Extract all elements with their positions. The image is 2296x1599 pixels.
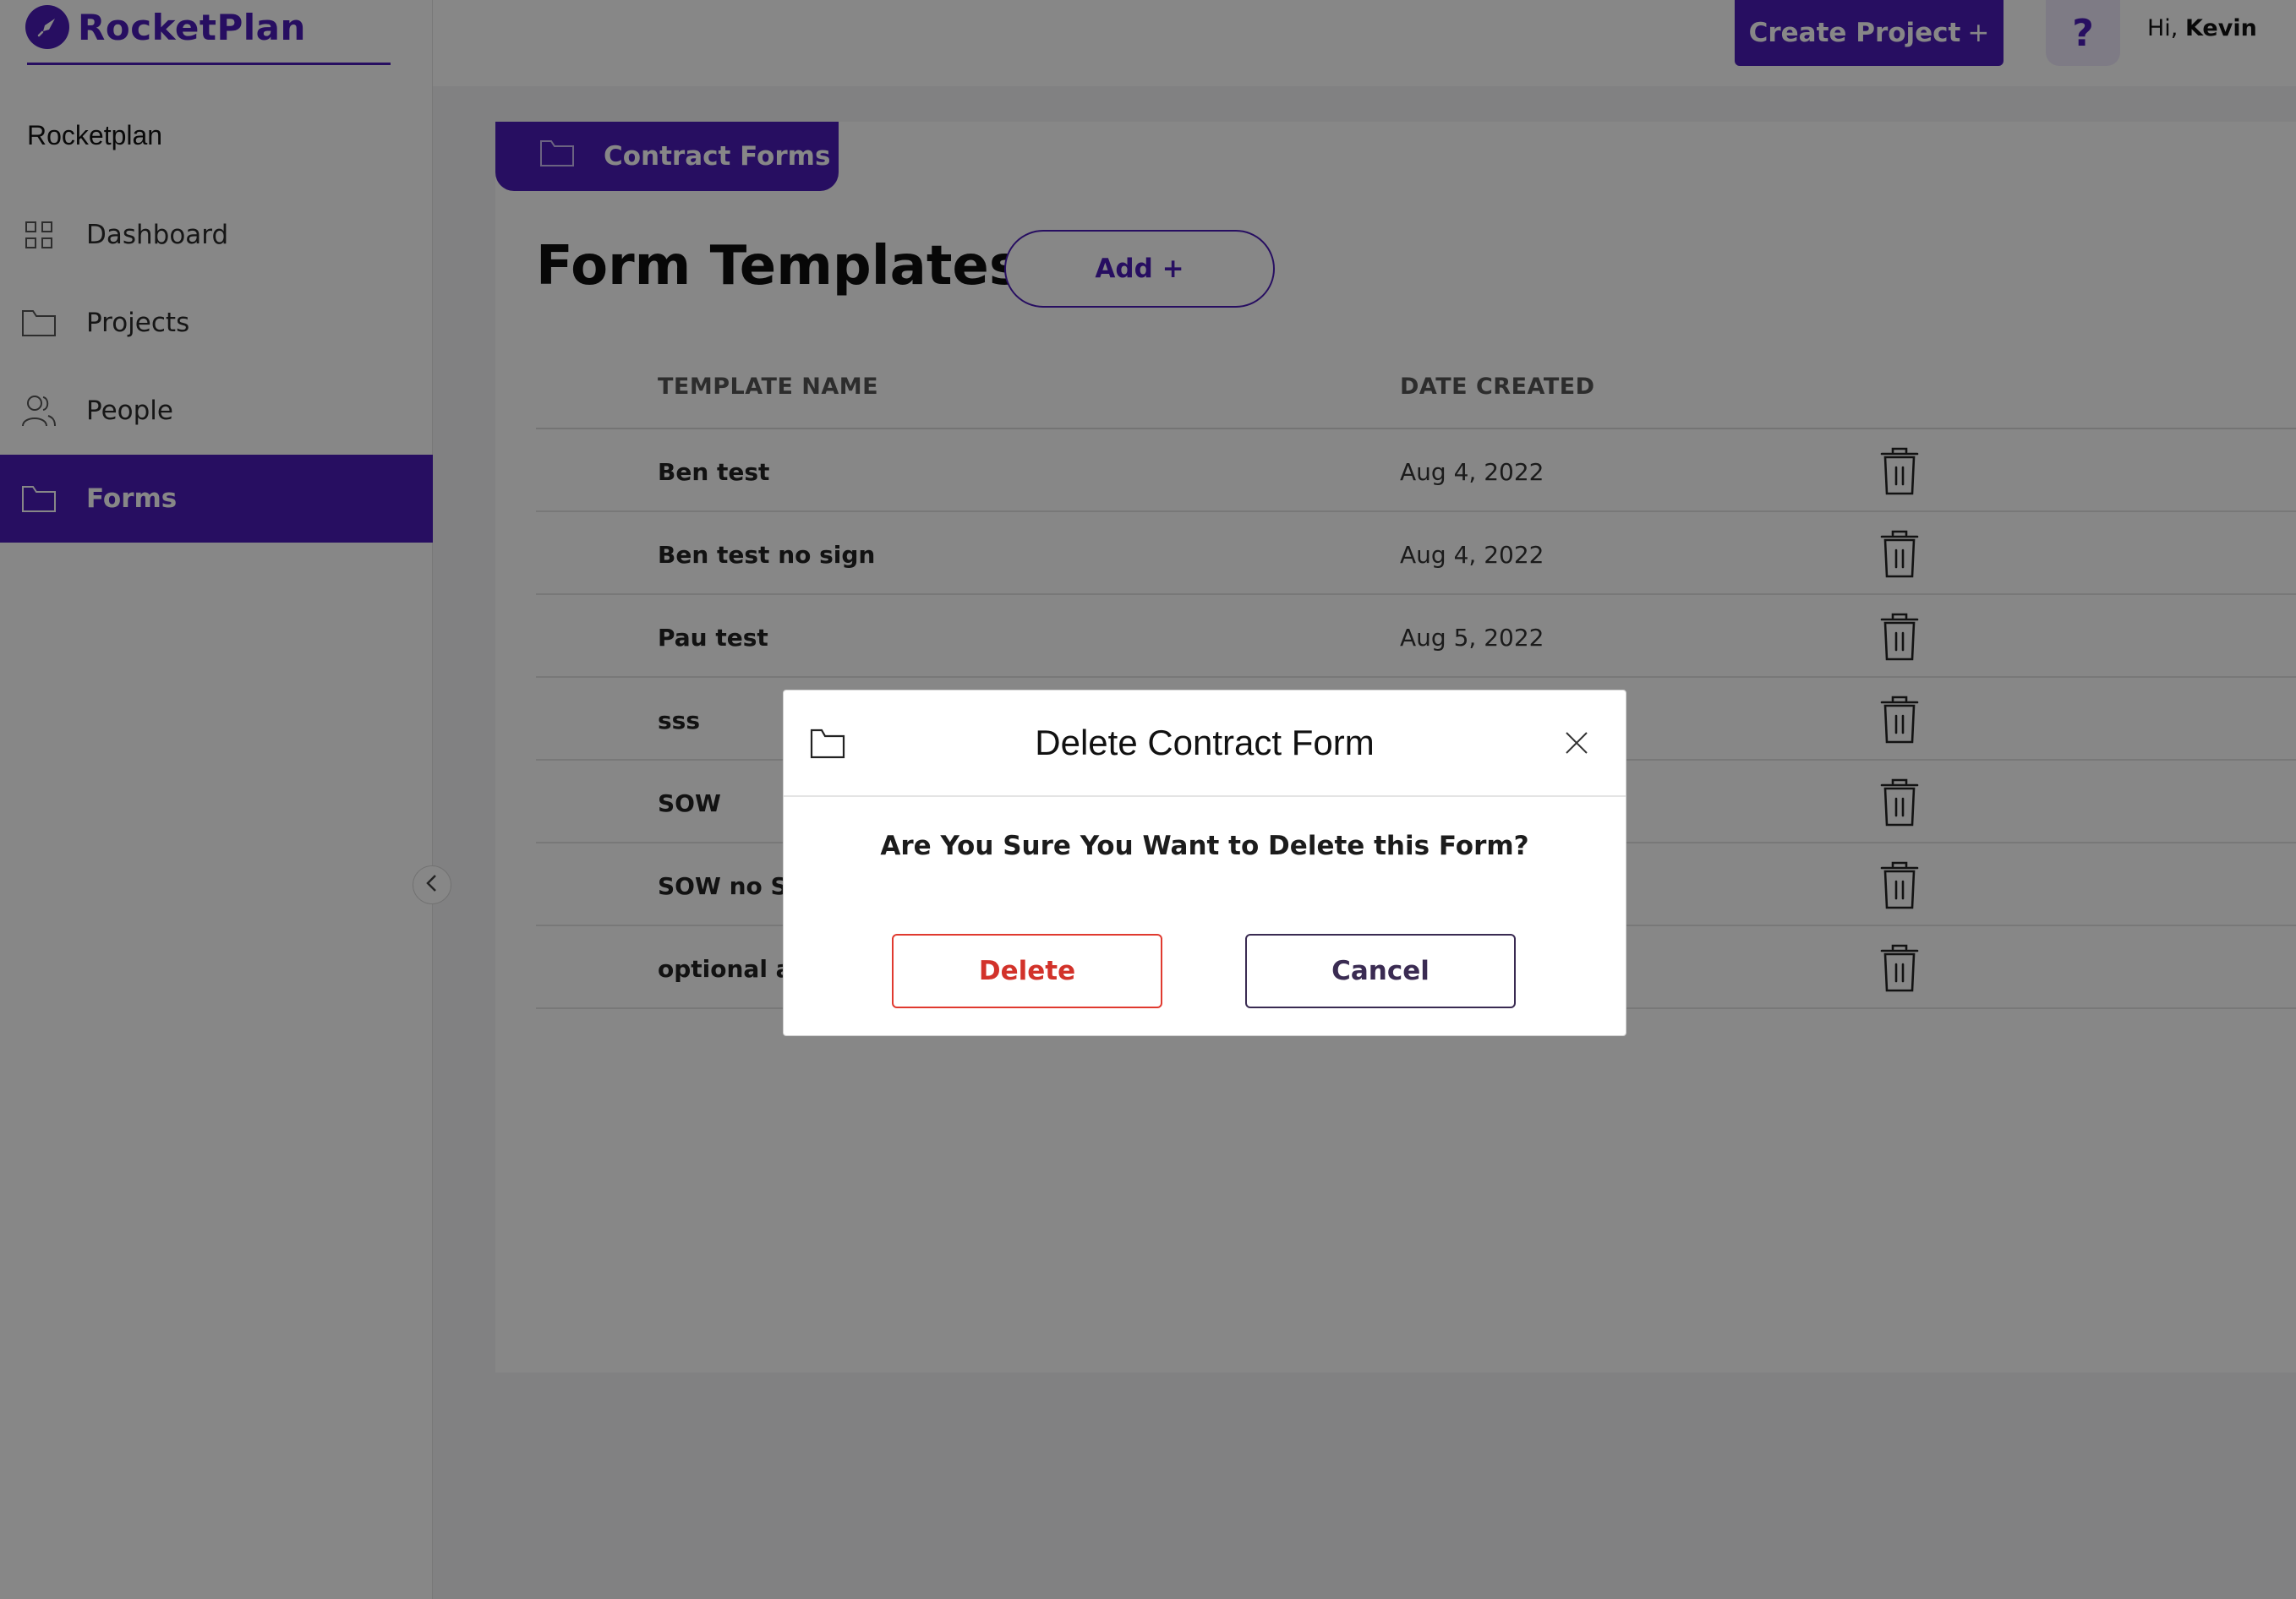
close-icon[interactable] [1560, 726, 1594, 760]
delete-confirmation-dialog: Delete Contract Form Are You Sure You Wa… [783, 690, 1626, 1036]
dialog-header: Delete Contract Form [784, 690, 1626, 797]
cancel-button[interactable]: Cancel [1245, 934, 1516, 1008]
dialog-message: Are You Sure You Want to Delete this For… [880, 831, 1529, 861]
dialog-title: Delete Contract Form [1035, 723, 1375, 762]
delete-button[interactable]: Delete [892, 934, 1162, 1008]
